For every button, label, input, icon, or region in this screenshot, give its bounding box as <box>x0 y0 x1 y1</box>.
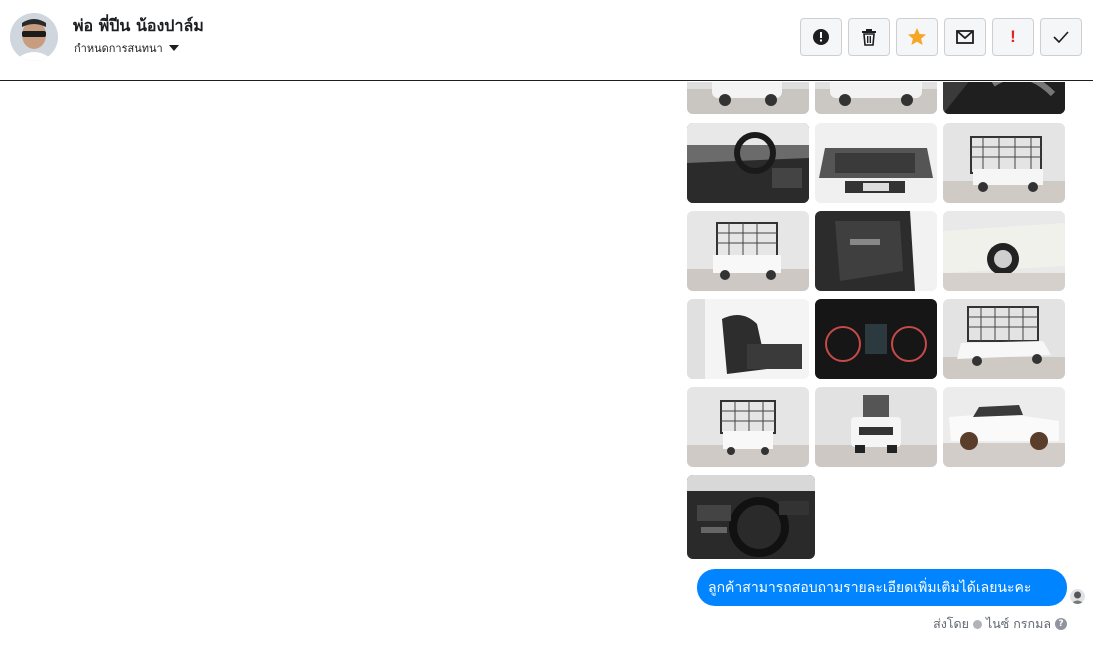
contact-name: พ่อ พี่ปีน น้องปาล์ม <box>73 16 204 35</box>
photo-thumbnail[interactable] <box>687 211 809 291</box>
photo-thumbnail[interactable] <box>815 82 937 114</box>
assign-conversation-dropdown[interactable]: กำหนดการสนทนา <box>74 39 179 57</box>
photo-thumbnail[interactable] <box>815 299 937 379</box>
photo-thumbnail[interactable] <box>687 387 809 467</box>
help-icon[interactable]: ? <box>1055 618 1067 630</box>
exclamation-icon: ! <box>1010 27 1016 46</box>
delete-button[interactable] <box>848 18 890 56</box>
mark-unread-button[interactable] <box>944 18 986 56</box>
trash-icon <box>862 29 876 46</box>
sent-by-info: ส่งโดย ไนซ์ กรกมล ? <box>933 614 1067 634</box>
conversation-header: พ่อ พี่ปีน น้องปาล์ม กำหนดการสนทนา ! <box>0 0 1093 81</box>
photo-thumbnail[interactable] <box>687 82 809 114</box>
seen-avatar <box>1070 589 1085 604</box>
photo-thumbnail[interactable] <box>815 387 937 467</box>
star-button[interactable] <box>896 18 938 56</box>
star-icon <box>908 28 926 45</box>
caret-down-icon <box>168 45 179 51</box>
alert-circle-icon <box>813 29 829 45</box>
outgoing-message-bubble[interactable]: ลูกค้าสามารถสอบถามรายละเอียดเพิ่มเติมได้… <box>697 569 1067 606</box>
contact-avatar[interactable] <box>10 13 58 61</box>
message-text: ลูกค้าสามารถสอบถามรายละเอียดเพิ่มเติมได้… <box>708 579 1032 596</box>
toolbar-actions: ! <box>800 18 1082 56</box>
follow-up-button[interactable]: ! <box>992 18 1034 56</box>
sent-by-prefix: ส่งโดย <box>933 616 969 631</box>
done-button[interactable] <box>1040 18 1082 56</box>
photo-thumbnail[interactable] <box>687 123 809 203</box>
photo-thumbnail[interactable] <box>687 475 815 559</box>
sender-name[interactable]: ไนซ์ กรกมล <box>986 614 1051 634</box>
assign-conversation-label: กำหนดการสนทนา <box>74 42 163 55</box>
photo-gallery <box>0 82 1093 562</box>
photo-thumbnail[interactable] <box>943 123 1065 203</box>
photo-thumbnail[interactable] <box>943 211 1065 291</box>
photo-thumbnail[interactable] <box>943 82 1065 114</box>
envelope-icon <box>956 30 974 44</box>
spam-button[interactable] <box>800 18 842 56</box>
photo-thumbnail[interactable] <box>815 211 937 291</box>
photo-thumbnail[interactable] <box>943 299 1065 379</box>
page-badge-icon <box>972 619 982 629</box>
photo-thumbnail[interactable] <box>943 387 1065 467</box>
photo-thumbnail[interactable] <box>687 299 809 379</box>
checkmark-icon <box>1053 31 1069 43</box>
photo-thumbnail[interactable] <box>815 123 937 203</box>
